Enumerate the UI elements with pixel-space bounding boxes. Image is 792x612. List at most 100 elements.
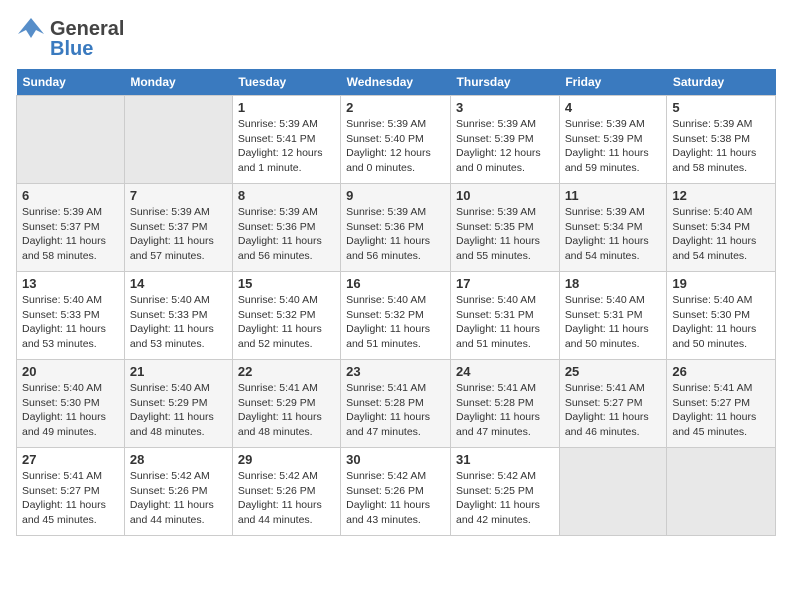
day-number: 6 <box>22 188 119 203</box>
sunrise-text: Sunrise: 5:40 AM <box>130 294 210 306</box>
calendar-cell: 21Sunrise: 5:40 AMSunset: 5:29 PMDayligh… <box>124 360 232 448</box>
daylight-hours: Daylight: 11 hours <box>130 499 214 511</box>
day-number: 9 <box>346 188 445 203</box>
day-number: 31 <box>456 452 554 467</box>
calendar-cell: 3Sunrise: 5:39 AMSunset: 5:39 PMDaylight… <box>451 96 560 184</box>
calendar-cell: 18Sunrise: 5:40 AMSunset: 5:31 PMDayligh… <box>559 272 667 360</box>
continuation-text: and 55 minutes. <box>456 250 531 262</box>
sunrise-text: Sunrise: 5:40 AM <box>672 206 752 218</box>
day-number: 19 <box>672 276 770 291</box>
sunrise-text: Sunrise: 5:42 AM <box>346 470 426 482</box>
sunset-text: Sunset: 5:29 PM <box>130 397 208 409</box>
sunrise-text: Sunrise: 5:42 AM <box>130 470 210 482</box>
page-header: General Blue <box>16 16 776 61</box>
sunset-text: Sunset: 5:36 PM <box>346 221 424 233</box>
cell-content: Sunrise: 5:39 AM Sunset: 5:36 PM Daylight:… <box>238 205 335 264</box>
cell-content: Sunrise: 5:41 AMSunset: 5:29 PMDaylight:… <box>238 381 335 440</box>
header-tuesday: Tuesday <box>232 69 340 96</box>
sunset-text: Sunset: 5:32 PM <box>238 309 316 321</box>
calendar-cell: 25Sunrise: 5:41 AMSunset: 5:27 PMDayligh… <box>559 360 667 448</box>
sunset-text: Sunset: 5:30 PM <box>22 397 100 409</box>
cell-content: Sunrise: 5:39 AMSunset: 5:35 PMDaylight:… <box>456 205 554 264</box>
continuation-text: and 48 minutes. <box>130 426 205 438</box>
sunrise-text: Sunrise: 5:40 AM <box>22 294 102 306</box>
calendar-cell: 4Sunrise: 5:39 AMSunset: 5:39 PMDaylight… <box>559 96 667 184</box>
sunset-text: Sunset: 5:34 PM <box>565 221 643 233</box>
calendar-cell: 22Sunrise: 5:41 AMSunset: 5:29 PMDayligh… <box>232 360 340 448</box>
continuation-text: and 51 minutes. <box>456 338 531 350</box>
daylight-hours: Daylight: 11 hours <box>238 235 322 247</box>
day-number: 16 <box>346 276 445 291</box>
sunset-text: Sunset: 5:38 PM <box>672 133 750 145</box>
daylight-hours: Daylight: 11 hours <box>456 323 540 335</box>
daylight-hours: Daylight: 11 hours <box>130 323 214 335</box>
sunset-text: Sunset: 5:40 PM <box>346 133 424 145</box>
calendar-cell: 10 Sunrise: 5:39 AMSunset: 5:35 PMDayligh… <box>451 184 560 272</box>
continuation-text: and 53 minutes. <box>130 338 205 350</box>
continuation-text: and 44 minutes. <box>130 514 205 526</box>
sunrise-text: Sunrise: 5:40 AM <box>130 382 210 394</box>
daylight-hours: Daylight: 11 hours <box>672 147 756 159</box>
calendar-cell: 26Sunrise: 5:41 AMSunset: 5:27 PMDayligh… <box>667 360 776 448</box>
sunset-text: Sunset: 5:41 PM <box>238 133 316 145</box>
day-number: 12 <box>672 188 770 203</box>
sunset-text: Sunset: 5:27 PM <box>672 397 750 409</box>
sunrise-text: Sunrise: 5:41 AM <box>238 382 318 394</box>
calendar-cell: 12 Sunrise: 5:40 AMSunset: 5:34 PMDayligh… <box>667 184 776 272</box>
cell-content: Sunrise: 5:39 AMSunset: 5:37 PMDaylight:… <box>22 205 119 264</box>
logo: General Blue <box>16 16 124 61</box>
sunrise-text: Sunrise: 5:39 AM <box>565 118 645 130</box>
calendar-cell: 5Sunrise: 5:39 AMSunset: 5:38 PMDaylight… <box>667 96 776 184</box>
day-number: 8 <box>238 188 335 203</box>
daylight-hours: Daylight: 12 hours <box>238 147 323 159</box>
daylight-hours: Daylight: 11 hours <box>346 499 430 511</box>
sunrise-text: Sunrise: 5:39 AM <box>238 118 318 130</box>
cell-content: Sunrise: 5:40 AMSunset: 5:34 PMDaylight:… <box>672 205 770 264</box>
daylight-hours: Daylight: 11 hours <box>238 411 322 423</box>
calendar-cell: 31 Sunrise: 5:42 AMSunset: 5:25 PMDayligh… <box>451 448 560 536</box>
calendar-cell: 19Sunrise: 5:40 AMSunset: 5:30 PMDayligh… <box>667 272 776 360</box>
day-number: 27 <box>22 452 119 467</box>
cell-content: Sunrise: 5:40 AMSunset: 5:33 PMDaylight:… <box>22 293 119 352</box>
sunrise-text: Sunrise: 5:39 AM <box>238 206 318 218</box>
header-friday: Friday <box>559 69 667 96</box>
day-number: 11 <box>565 188 662 203</box>
continuation-text: and 50 minutes. <box>565 338 640 350</box>
day-number: 29 <box>238 452 335 467</box>
daylight-hours: Daylight: 11 hours <box>22 235 106 247</box>
daylight-hours: Daylight: 11 hours <box>565 147 649 159</box>
cell-content: Sunrise: 5:42 AMSunset: 5:25 PMDaylight:… <box>456 469 554 528</box>
continuation-text: and 47 minutes. <box>456 426 531 438</box>
sunrise-text: Sunrise: 5:41 AM <box>22 470 102 482</box>
continuation-text: and 54 minutes. <box>565 250 640 262</box>
daylight-hours: Daylight: 11 hours <box>456 235 540 247</box>
continuation-text: and 47 minutes. <box>346 426 421 438</box>
daylight-hours: Daylight: 11 hours <box>672 411 756 423</box>
daylight-hours: Daylight: 11 hours <box>130 235 214 247</box>
daylight-hours: Daylight: 11 hours <box>346 411 430 423</box>
calendar-cell <box>124 96 232 184</box>
continuation-text: and 50 minutes. <box>672 338 747 350</box>
day-number: 20 <box>22 364 119 379</box>
sunrise-text: Sunrise: 5:39 AM <box>565 206 645 218</box>
sunset-text: Sunset: 5:37 PM <box>130 221 208 233</box>
cell-content: Sunrise: 5:42 AMSunset: 5:26 PMDaylight:… <box>130 469 227 528</box>
calendar-cell: 27Sunrise: 5:41 AMSunset: 5:27 PMDayligh… <box>17 448 125 536</box>
week-row-2: 6Sunrise: 5:39 AMSunset: 5:37 PMDaylight… <box>17 184 776 272</box>
cell-content: Sunrise: 5:41 AMSunset: 5:27 PMDaylight:… <box>672 381 770 440</box>
continuation-text: and 48 minutes. <box>238 426 313 438</box>
calendar-cell: 29Sunrise: 5:42 AMSunset: 5:26 PMDayligh… <box>232 448 340 536</box>
continuation-text: and 44 minutes. <box>238 514 313 526</box>
continuation-text: and 0 minutes. <box>346 162 415 174</box>
day-number: 10 <box>456 188 554 203</box>
sunrise-text: Sunrise: 5:42 AM <box>456 470 536 482</box>
cell-content: Sunrise: 5:39 AM Sunset: 5:41 PM Daylight:… <box>238 117 335 176</box>
day-number: 13 <box>22 276 119 291</box>
continuation-text: and 1 minute. <box>238 162 302 174</box>
sunset-text: Sunset: 5:36 PM <box>238 221 316 233</box>
sunrise-text: Sunrise: 5:39 AM <box>456 118 536 130</box>
day-number: 1 <box>238 100 335 115</box>
day-number: 15 <box>238 276 335 291</box>
continuation-text: and 46 minutes. <box>565 426 640 438</box>
cell-content: Sunrise: 5:42 AMSunset: 5:26 PMDaylight:… <box>346 469 445 528</box>
